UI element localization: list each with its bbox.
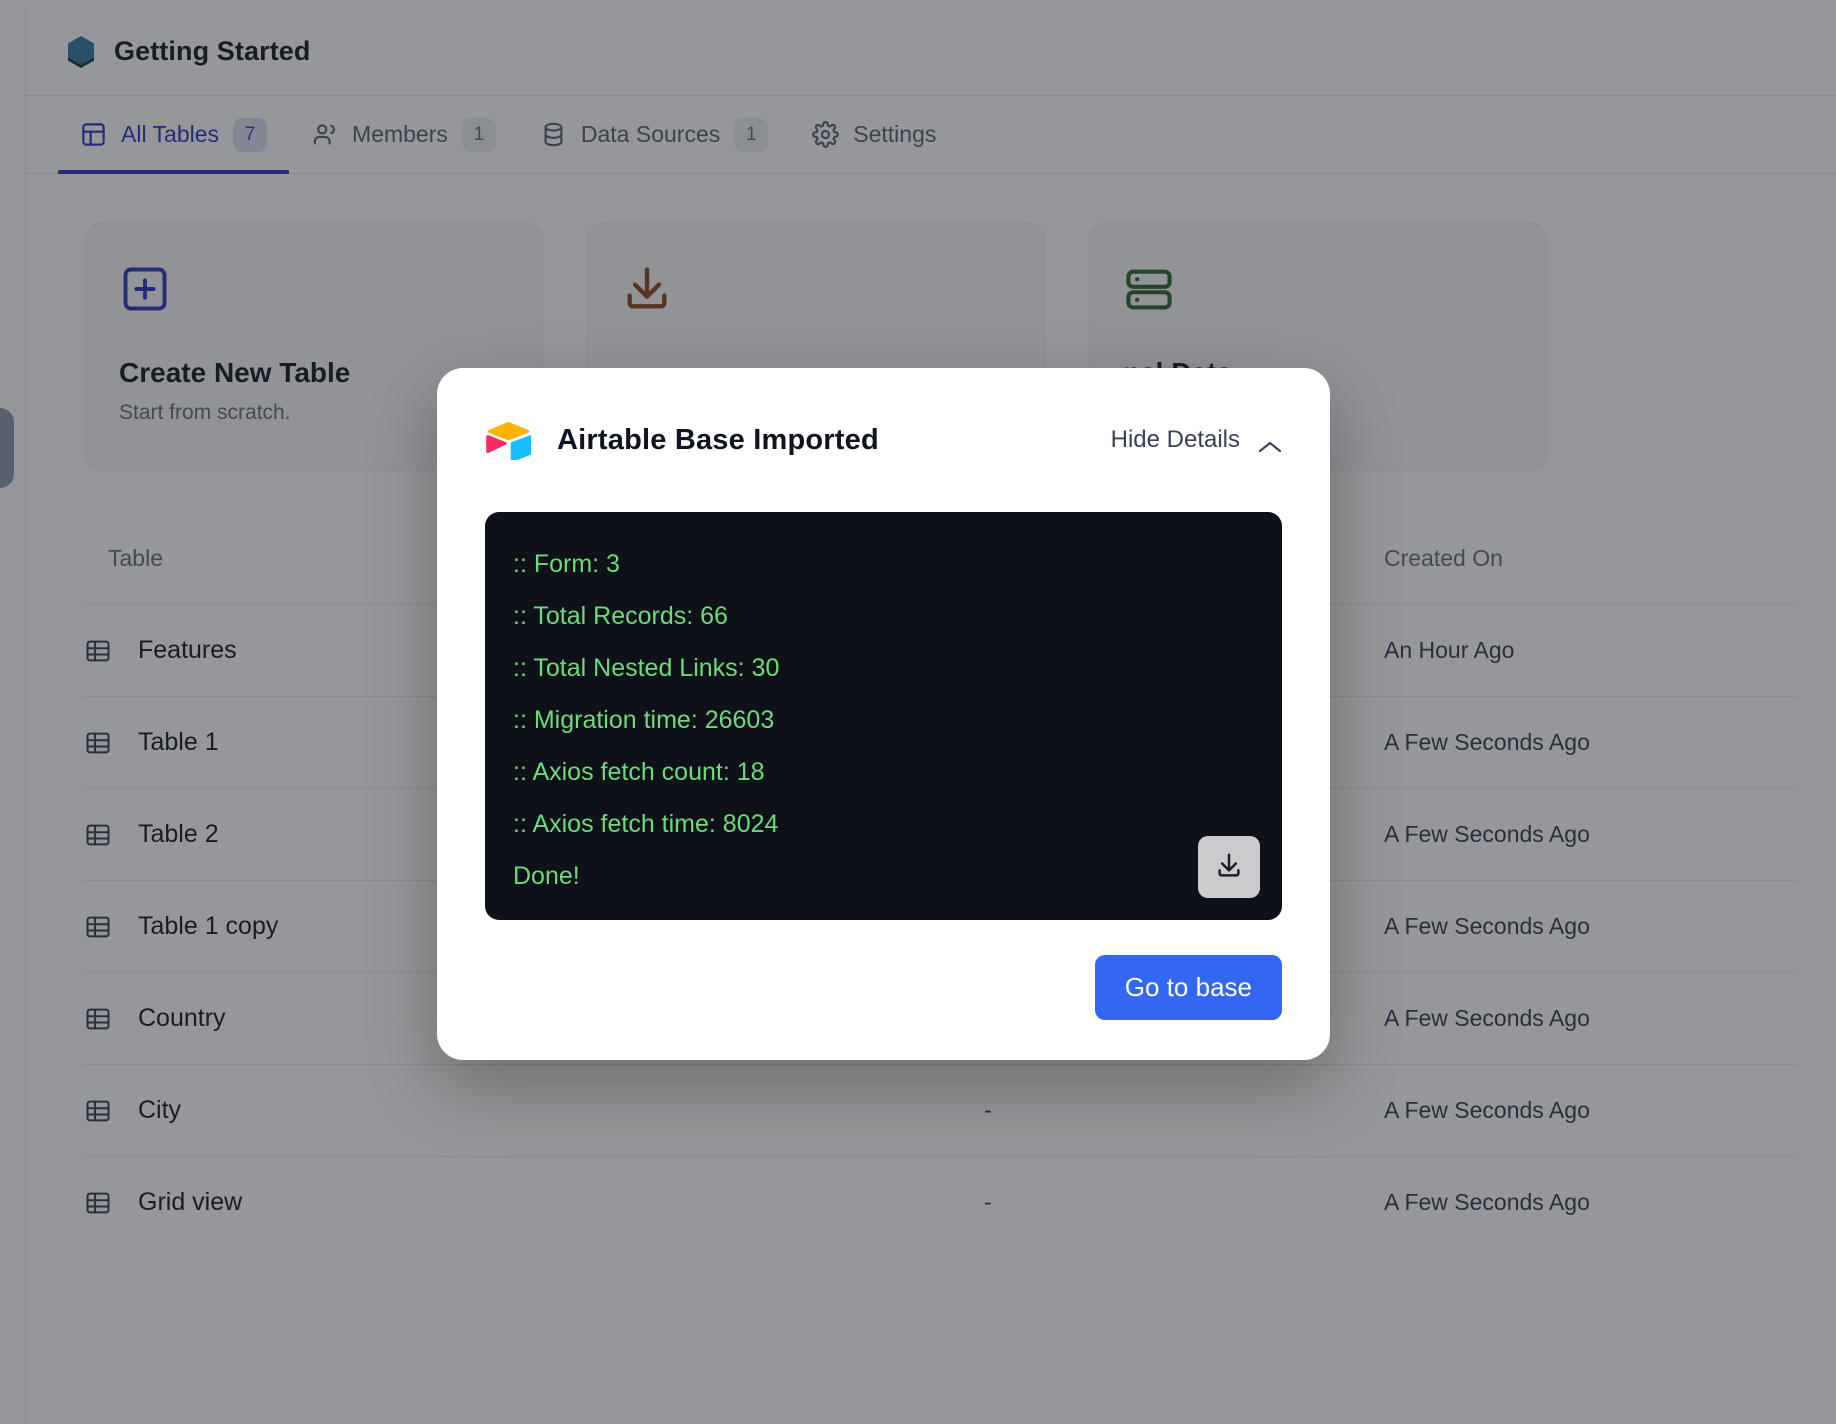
hide-details-label: Hide Details (1111, 426, 1240, 454)
dialog-header: Airtable Base Imported Hide Details (485, 412, 1282, 468)
airtable-logo-icon (485, 420, 531, 460)
console-log-line: :: Axios fetch count: 18 (513, 746, 1254, 798)
hide-details-toggle[interactable]: Hide Details (1111, 426, 1282, 454)
console-log-line: :: Form: 3 (513, 538, 1254, 590)
dialog-title: Airtable Base Imported (557, 424, 879, 457)
console-log-line: :: Total Records: 66 (513, 590, 1254, 642)
console-log-line: :: Total Nested Links: 30 (513, 642, 1254, 694)
download-icon (1214, 851, 1244, 884)
console-log-line: :: Migration time: 26603 (513, 694, 1254, 746)
console-log-line: :: Axios fetch time: 8024 (513, 798, 1254, 850)
go-to-base-button[interactable]: Go to base (1095, 955, 1282, 1020)
chevron-up-icon (1258, 433, 1282, 447)
dialog-footer: Go to base (485, 955, 1282, 1020)
console-log-line: Done! (513, 850, 1254, 902)
download-log-button[interactable] (1198, 836, 1260, 898)
airtable-import-dialog: Airtable Base Imported Hide Details :: F… (437, 368, 1330, 1060)
import-log-console[interactable]: :: Form: 3:: Total Records: 66:: Total N… (485, 512, 1282, 920)
